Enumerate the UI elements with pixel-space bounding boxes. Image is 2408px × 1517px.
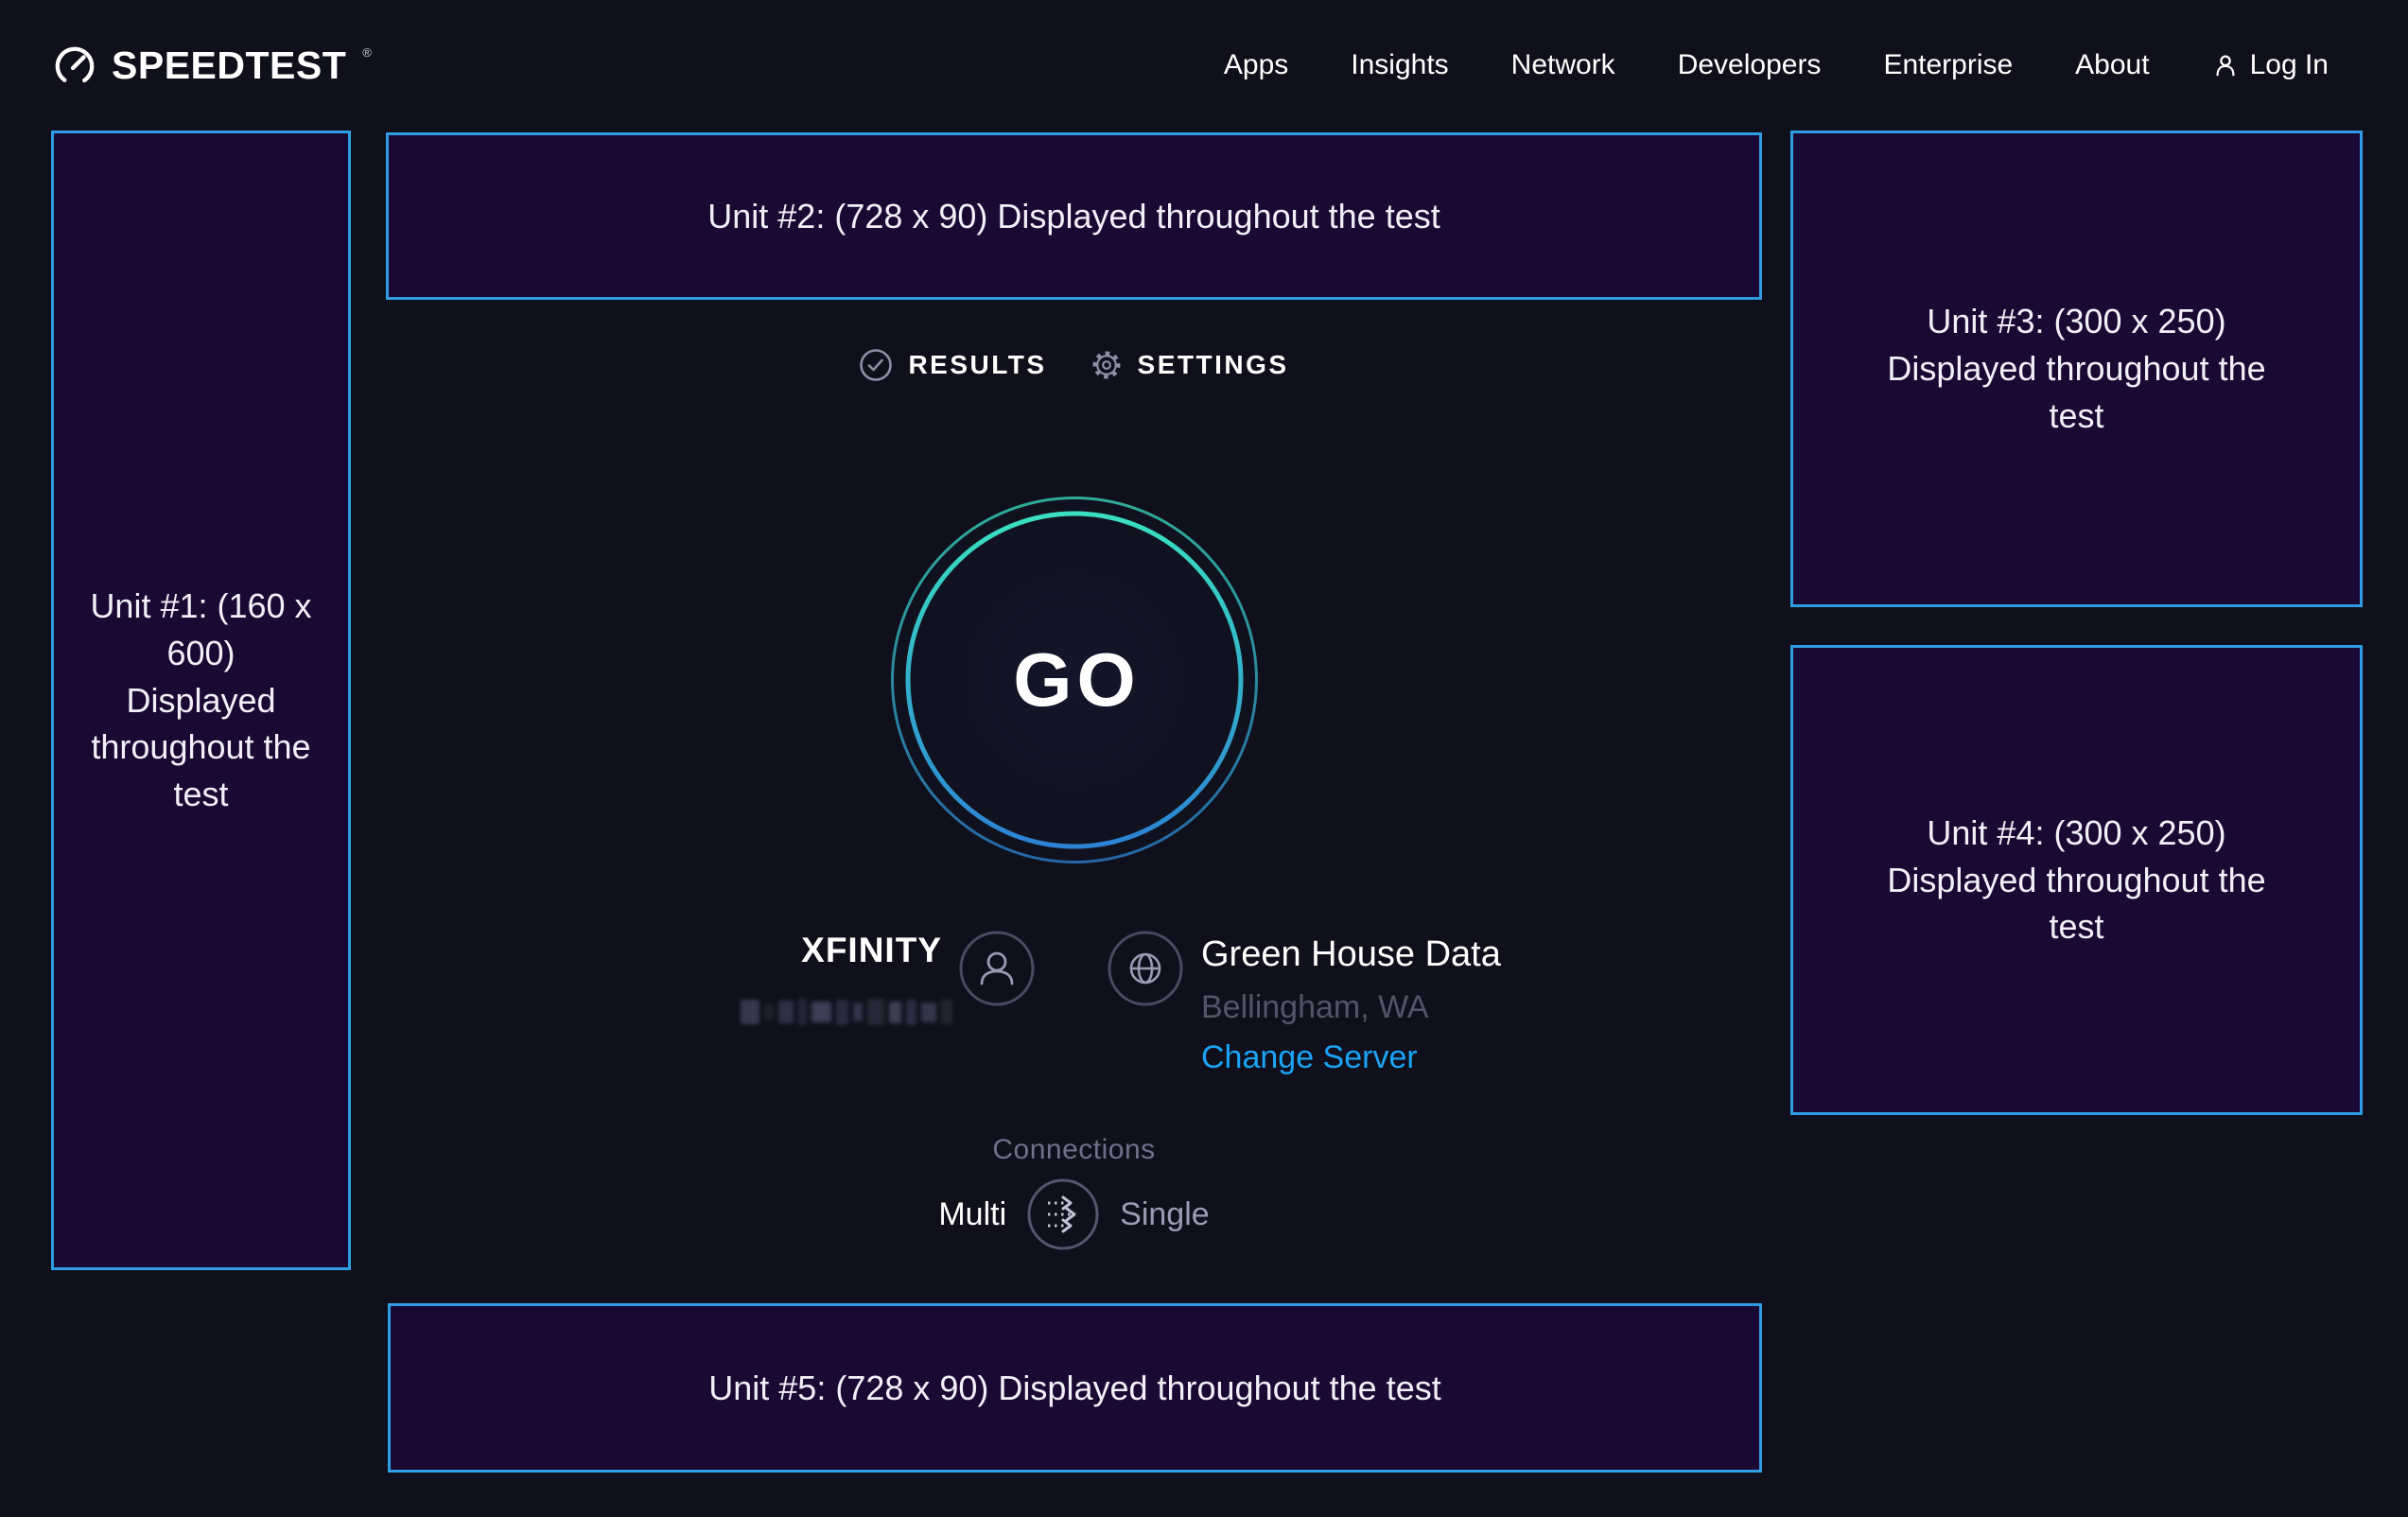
logo-trademark: ®	[362, 46, 372, 59]
speedtest-gauge-icon	[53, 44, 96, 88]
ad-unit-4[interactable]: Unit #4: (300 x 250) Displayed throughou…	[1790, 645, 2363, 1115]
connections-label: Connections	[386, 1134, 1762, 1166]
nav-item-developers[interactable]: Developers	[1678, 49, 1822, 81]
nav-item-enterprise[interactable]: Enterprise	[1883, 49, 2013, 81]
ad-unit-1[interactable]: Unit #1: (160 x 600) Displayed throughou…	[51, 131, 351, 1270]
isp-name: XFINITY	[653, 931, 942, 970]
login-link[interactable]: Log In	[2212, 49, 2329, 81]
server-name: Green House Data	[1201, 934, 1501, 975]
view-tabs: RESULTS SETTINGS	[386, 340, 1762, 390]
header: SPEEDTEST ® Apps Insights Network Develo…	[0, 0, 2408, 131]
tab-results[interactable]: RESULTS	[859, 348, 1046, 382]
primary-nav: Apps Insights Network Developers Enterpr…	[1224, 49, 2329, 81]
server-location: Bellingham, WA	[1201, 989, 1429, 1026]
ad-unit-2[interactable]: Unit #2: (728 x 90) Displayed throughout…	[386, 132, 1762, 300]
login-label: Log In	[2250, 49, 2329, 81]
tab-results-label: RESULTS	[908, 350, 1046, 380]
logo[interactable]: SPEEDTEST ®	[53, 43, 372, 88]
check-circle-icon	[859, 348, 893, 382]
logo-text: SPEEDTEST	[112, 43, 346, 88]
go-label: GO	[1008, 636, 1140, 724]
nav-item-about[interactable]: About	[2075, 49, 2149, 81]
nav-item-apps[interactable]: Apps	[1224, 49, 1288, 81]
ad-unit-1-label: Unit #1: (160 x 600) Displayed throughou…	[90, 583, 312, 817]
redacted-ip	[741, 997, 952, 1027]
gear-icon	[1091, 349, 1123, 381]
user-icon	[2212, 52, 2239, 78]
ad-unit-5-label: Unit #5: (728 x 90) Displayed throughout…	[708, 1365, 1440, 1412]
tab-settings-label: SETTINGS	[1138, 350, 1289, 380]
ad-unit-3-label: Unit #3: (300 x 250) Displayed throughou…	[1870, 298, 2284, 439]
nav-item-network[interactable]: Network	[1511, 49, 1615, 81]
ad-unit-2-label: Unit #2: (728 x 90) Displayed throughout…	[707, 193, 1440, 240]
speedtest-page: SPEEDTEST ® Apps Insights Network Develo…	[0, 0, 2408, 1517]
server-globe-icon	[1108, 931, 1183, 1006]
connections-toggle-row: Multi Single	[386, 1178, 1762, 1250]
tab-settings[interactable]: SETTINGS	[1091, 349, 1289, 381]
multi-connection-arrows-icon	[1027, 1178, 1099, 1250]
ad-unit-4-label: Unit #4: (300 x 250) Displayed throughou…	[1870, 810, 2284, 950]
ad-unit-3[interactable]: Unit #3: (300 x 250) Displayed throughou…	[1790, 131, 2363, 607]
isp-person-icon	[959, 931, 1035, 1006]
change-server-link[interactable]: Change Server	[1201, 1039, 1418, 1076]
connections-multi-option[interactable]: Multi	[938, 1196, 1006, 1233]
ad-unit-5[interactable]: Unit #5: (728 x 90) Displayed throughout…	[388, 1303, 1762, 1473]
go-button[interactable]: GO	[890, 496, 1259, 864]
nav-item-insights[interactable]: Insights	[1351, 49, 1448, 81]
connections-single-option[interactable]: Single	[1120, 1196, 1210, 1233]
connections-toggle-button[interactable]	[1027, 1178, 1099, 1250]
